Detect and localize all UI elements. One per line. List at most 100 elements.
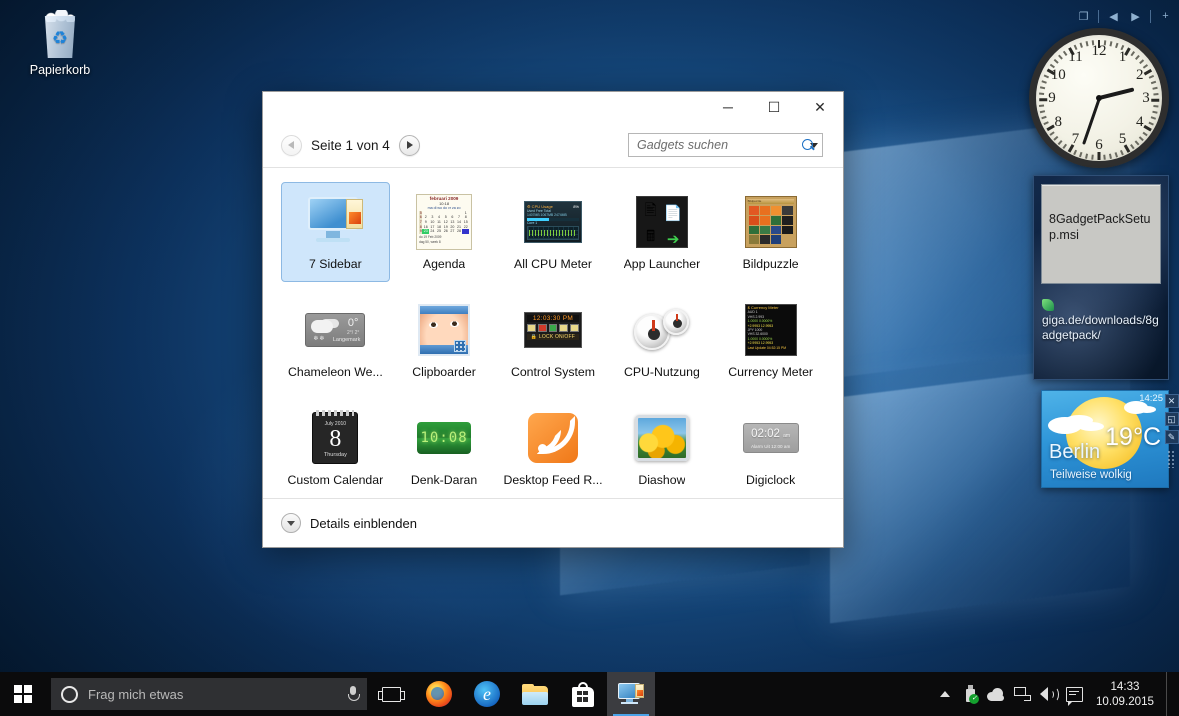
thumb-denk-daran: 10:08	[417, 422, 471, 454]
gadget-close-icon[interactable]: ✕	[1165, 394, 1179, 408]
gadget-thumbnail: July 2010 8 Thursday	[304, 407, 366, 469]
thumb-chameleon-weather: ❄❄ 0° 2°/ 2° Langemark	[305, 313, 365, 347]
clock-time: 14:33	[1096, 679, 1154, 694]
network-icon[interactable]	[1010, 672, 1036, 716]
thumb-agenda: februari 2009 10:18 ma di wo do vr za zo…	[416, 194, 472, 250]
gadgets-button[interactable]	[607, 672, 655, 716]
clock-face: 121234567891011	[1029, 28, 1169, 168]
gadget-thumbnail	[413, 299, 475, 361]
weather-city: Berlin	[1049, 441, 1100, 464]
next-page-button[interactable]	[399, 135, 420, 156]
folder-icon	[522, 684, 548, 705]
clipboard-entry-text[interactable]: 8GadgetPackSetup.msi	[1041, 184, 1161, 284]
gadget-options-icon[interactable]: ✎	[1165, 430, 1179, 444]
analog-clock-gadget[interactable]: 121234567891011	[1029, 28, 1169, 168]
cloud-icon	[987, 688, 1006, 701]
gadget-thumbnail: 10:08	[413, 407, 475, 469]
volume-icon[interactable]	[1036, 672, 1062, 716]
thumb-7-sidebar	[306, 195, 364, 249]
task-view-icon	[382, 687, 401, 702]
gadget-controls[interactable]: ✕ ◱ ✎	[1163, 390, 1179, 488]
edge-button[interactable]: e	[463, 672, 511, 716]
show-desktop-button[interactable]	[1166, 672, 1173, 716]
gadget-tile[interactable]: $ Currency Meter AUD 1VHS 2.993 1.0000 0…	[716, 290, 825, 390]
clock-numeral: 4	[1131, 113, 1149, 131]
gadget-thumbnail: ⚙ CPU Usage 8% Used Free Total1407MB 106…	[522, 191, 584, 253]
gadget-tile[interactable]: 10:08Denk-Daran	[390, 398, 499, 498]
maximize-button[interactable]: ☐	[751, 92, 797, 122]
gadget-tile[interactable]: Desktop Feed R...	[498, 398, 607, 498]
page-indicator: Seite 1 von 4	[311, 138, 390, 153]
gadget-tile[interactable]: 02:02 am Alarm Uit 12:00 amDigiclock	[716, 398, 825, 498]
search-box[interactable]	[628, 133, 823, 157]
gadget-tile[interactable]: 12:03:30 PM 🔒 LOCK ON/OFFControl System	[498, 290, 607, 390]
search-icon[interactable]	[802, 139, 805, 152]
show-details-label: Details einblenden	[310, 516, 417, 531]
gadget-tile[interactable]: July 2010 8 ThursdayCustom Calendar	[281, 398, 390, 498]
add-gadget-icon[interactable]: +	[1158, 9, 1173, 24]
thumb-bildpuzzle: Bildpuzzle	[745, 196, 797, 248]
system-tray: ✓ 14:33 10.09.2015	[932, 672, 1179, 716]
gadget-thumbnail: 02:02 am Alarm Uit 12:00 am	[740, 407, 802, 469]
close-button[interactable]: ✕	[797, 92, 843, 122]
gadget-tile[interactable]: Bildpuzzle Bildpuzzle	[716, 182, 825, 282]
taskbar-clock[interactable]: 14:33 10.09.2015	[1088, 679, 1166, 709]
cortana-icon	[61, 686, 78, 703]
gadget-tile[interactable]: ⚙ CPU Usage 8% Used Free Total1407MB 106…	[498, 182, 607, 282]
show-details-button[interactable]: Details einblenden	[281, 513, 417, 533]
gadget-tile[interactable]: CPU-Nutzung	[608, 290, 717, 390]
gadget-tile[interactable]: Diashow	[608, 398, 717, 498]
next-gadget-icon[interactable]: ▶	[1128, 9, 1143, 24]
minimize-button[interactable]: ─	[705, 92, 751, 122]
gadget-tile[interactable]: Clipboarder	[390, 290, 499, 390]
previous-gadget-icon[interactable]: ◀	[1106, 9, 1121, 24]
clock-numeral: 12	[1090, 42, 1108, 60]
previous-page-button[interactable]	[281, 135, 302, 156]
firefox-icon	[426, 681, 452, 707]
window-titlebar[interactable]: ─ ☐ ✕	[263, 92, 843, 123]
recycle-bin-shortcut[interactable]: ♻ Papierkorb	[18, 8, 102, 78]
search-input[interactable]	[637, 138, 800, 152]
file-explorer-button[interactable]	[511, 672, 559, 716]
gadget-tile[interactable]: februari 2009 10:18 ma di wo do vr za zo…	[390, 182, 499, 282]
safely-remove-hardware-icon[interactable]: ✓	[958, 672, 984, 716]
onedrive-icon[interactable]	[984, 672, 1010, 716]
gadget-thumbnail: Bildpuzzle	[740, 191, 802, 253]
clock-numeral: 2	[1131, 66, 1149, 84]
thumb-diashow	[635, 415, 689, 461]
task-view-button[interactable]	[367, 672, 415, 716]
clock-pivot	[1096, 95, 1102, 101]
firefox-button[interactable]	[415, 672, 463, 716]
thumb-all-cpu-meter: ⚙ CPU Usage 8% Used Free Total1407MB 106…	[524, 201, 582, 243]
clipboarder-gadget[interactable]: 8GadgetPackSetup.msi giga.de/downloads/8…	[1033, 175, 1169, 380]
action-center-icon[interactable]	[1062, 672, 1088, 716]
gadget-gallery-window[interactable]: ─ ☐ ✕ Seite 1 von 4 7 Sidebar februari 2…	[262, 91, 844, 548]
gadget-drag-handle[interactable]	[1167, 450, 1176, 468]
cortana-input[interactable]	[88, 687, 347, 702]
gadget-size-icon[interactable]: ◱	[1165, 412, 1179, 426]
thumb-currency-meter: $ Currency Meter AUD 1VHS 2.993 1.0000 0…	[745, 304, 797, 356]
thumb-digiclock: 02:02 am Alarm Uit 12:00 am	[743, 423, 799, 453]
gadget-thumbnail	[522, 407, 584, 469]
gadget-tile[interactable]: ❄❄ 0° 2°/ 2° LangemarkChameleon We...	[281, 290, 390, 390]
toolbar-divider	[1098, 10, 1099, 23]
weather-temperature: 19°C	[1105, 423, 1161, 452]
clipboard-link-entry[interactable]: giga.de/downloads/8gadgetpack/	[1042, 298, 1160, 343]
gadget-name: Clipboarder	[412, 365, 476, 379]
speaker-icon	[1040, 687, 1058, 702]
network-icon	[1014, 687, 1031, 701]
gadget-tile[interactable]: 7 Sidebar	[281, 182, 390, 282]
weather-gadget[interactable]: 14:25 19°C Berlin Teilweise wolkig	[1041, 390, 1169, 488]
microphone-icon[interactable]	[347, 686, 359, 703]
cortana-search-box[interactable]	[51, 678, 367, 710]
sidebar-toolbar[interactable]: ❐ ◀ ▶ +	[1076, 6, 1173, 26]
taskbar[interactable]: e ✓	[0, 672, 1179, 716]
store-button[interactable]	[559, 672, 607, 716]
overlap-windows-icon[interactable]: ❐	[1076, 9, 1091, 24]
recycle-bin-icon: ♻	[35, 8, 85, 60]
clock-numeral: 11	[1067, 48, 1085, 66]
start-button[interactable]	[0, 672, 46, 716]
show-hidden-icons-button[interactable]	[932, 672, 958, 716]
gadget-tile[interactable]: 🖹📄🖩➔App Launcher	[608, 182, 717, 282]
gadget-grid-area: 7 Sidebar februari 2009 10:18 ma di wo d…	[263, 167, 843, 498]
